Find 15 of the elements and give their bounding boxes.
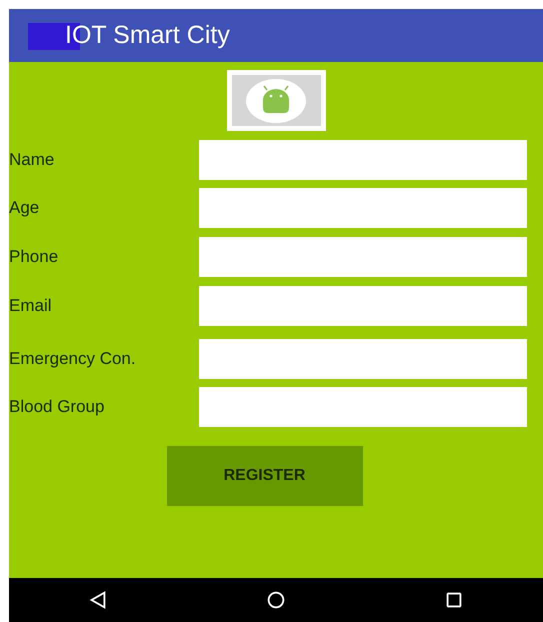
home-icon[interactable] (265, 589, 287, 611)
register-button[interactable]: REGISTER (166, 446, 362, 506)
field-label: Name (9, 150, 56, 170)
input-field[interactable] (199, 188, 527, 228)
field-label: Email (9, 296, 53, 316)
input-field[interactable] (199, 140, 527, 180)
input-field[interactable] (199, 339, 527, 379)
input-field[interactable] (199, 237, 527, 277)
field-label: Phone (9, 247, 60, 267)
input-field[interactable] (199, 387, 527, 427)
field-label: Blood Group (9, 397, 106, 417)
field-label: Age (9, 198, 40, 218)
input-field[interactable] (199, 286, 527, 326)
app-title: IOT Smart City (65, 21, 230, 50)
field-label: Emergency Con. (9, 349, 137, 369)
